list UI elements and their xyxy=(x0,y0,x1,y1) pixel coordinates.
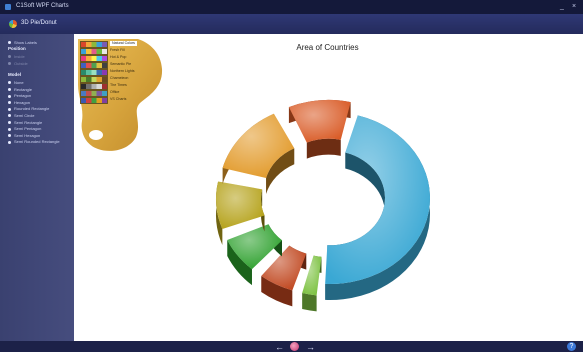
donut-slice[interactable] xyxy=(288,100,351,159)
slice-highlight xyxy=(216,181,265,230)
donut-chart xyxy=(216,100,430,312)
donut-slice[interactable] xyxy=(261,245,307,307)
help-button[interactable]: ? xyxy=(567,342,576,351)
slice-outer-wall xyxy=(302,293,317,312)
donut-slice[interactable] xyxy=(222,113,295,195)
slice-highlight xyxy=(288,100,351,143)
home-button[interactable] xyxy=(290,342,299,351)
donut-slice[interactable] xyxy=(325,115,430,300)
slice-inner-wall xyxy=(306,138,341,159)
